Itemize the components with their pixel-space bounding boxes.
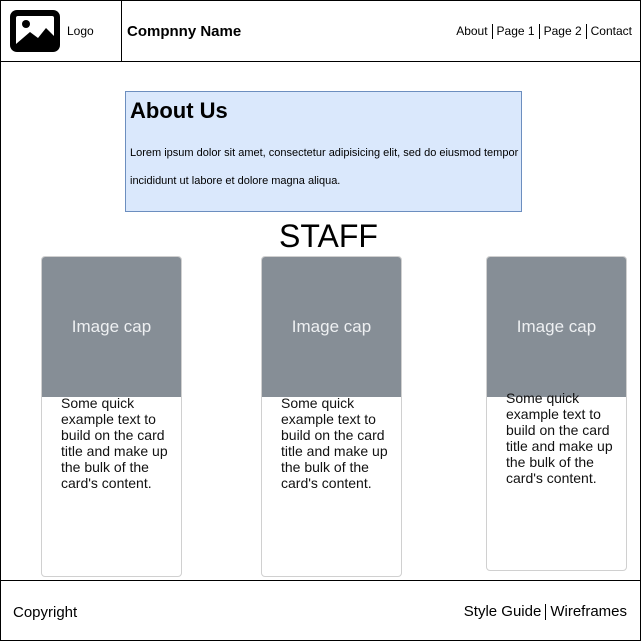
card-image-cap-label: Image cap — [516, 317, 597, 336]
card-image-cap: Image cap — [487, 257, 626, 397]
nav-contact[interactable]: Contact — [587, 23, 636, 39]
footer: Copyright Style Guide Wireframes — [1, 580, 640, 641]
card-text: Some quick example text to build on the … — [281, 395, 388, 491]
about-panel: About Us Lorem ipsum dolor sit amet, con… — [125, 91, 522, 212]
top-nav: About Page 1 Page 2 Contact — [452, 23, 636, 39]
card-image-cap: Image cap — [42, 257, 181, 397]
header: Logo Compnny Name About Page 1 Page 2 Co… — [1, 1, 640, 62]
about-text: Lorem ipsum dolor sit amet, consectetur … — [130, 147, 519, 187]
footer-link-wireframes[interactable]: Wireframes — [546, 603, 631, 621]
image-icon — [10, 10, 60, 52]
nav-about[interactable]: About — [452, 23, 491, 39]
card-image-cap-label: Image cap — [71, 317, 152, 336]
card-image-cap: Image cap — [262, 257, 401, 397]
footer-links: Style Guide Wireframes — [460, 603, 631, 621]
footer-link-style-guide[interactable]: Style Guide — [460, 603, 546, 621]
staff-card[interactable]: Image cap Some quick example text to bui… — [261, 256, 402, 577]
page-frame: Logo Compnny Name About Page 1 Page 2 Co… — [0, 0, 641, 641]
logo-label: Logo — [67, 24, 94, 38]
nav-page-1[interactable]: Page 1 — [493, 23, 539, 39]
card-text: Some quick example text to build on the … — [506, 390, 613, 486]
copyright: Copyright — [13, 604, 78, 621]
logo-area[interactable]: Logo — [1, 1, 122, 61]
staff-card[interactable]: Image cap Some quick example text to bui… — [486, 256, 627, 571]
staff-heading: STAFF — [279, 218, 378, 254]
about-title: About Us — [130, 98, 228, 123]
company-name: Compnny Name — [127, 23, 242, 40]
staff-card[interactable]: Image cap Some quick example text to bui… — [41, 256, 182, 577]
card-image-cap-label: Image cap — [291, 317, 372, 336]
card-text: Some quick example text to build on the … — [61, 395, 168, 491]
nav-page-2[interactable]: Page 2 — [540, 23, 586, 39]
